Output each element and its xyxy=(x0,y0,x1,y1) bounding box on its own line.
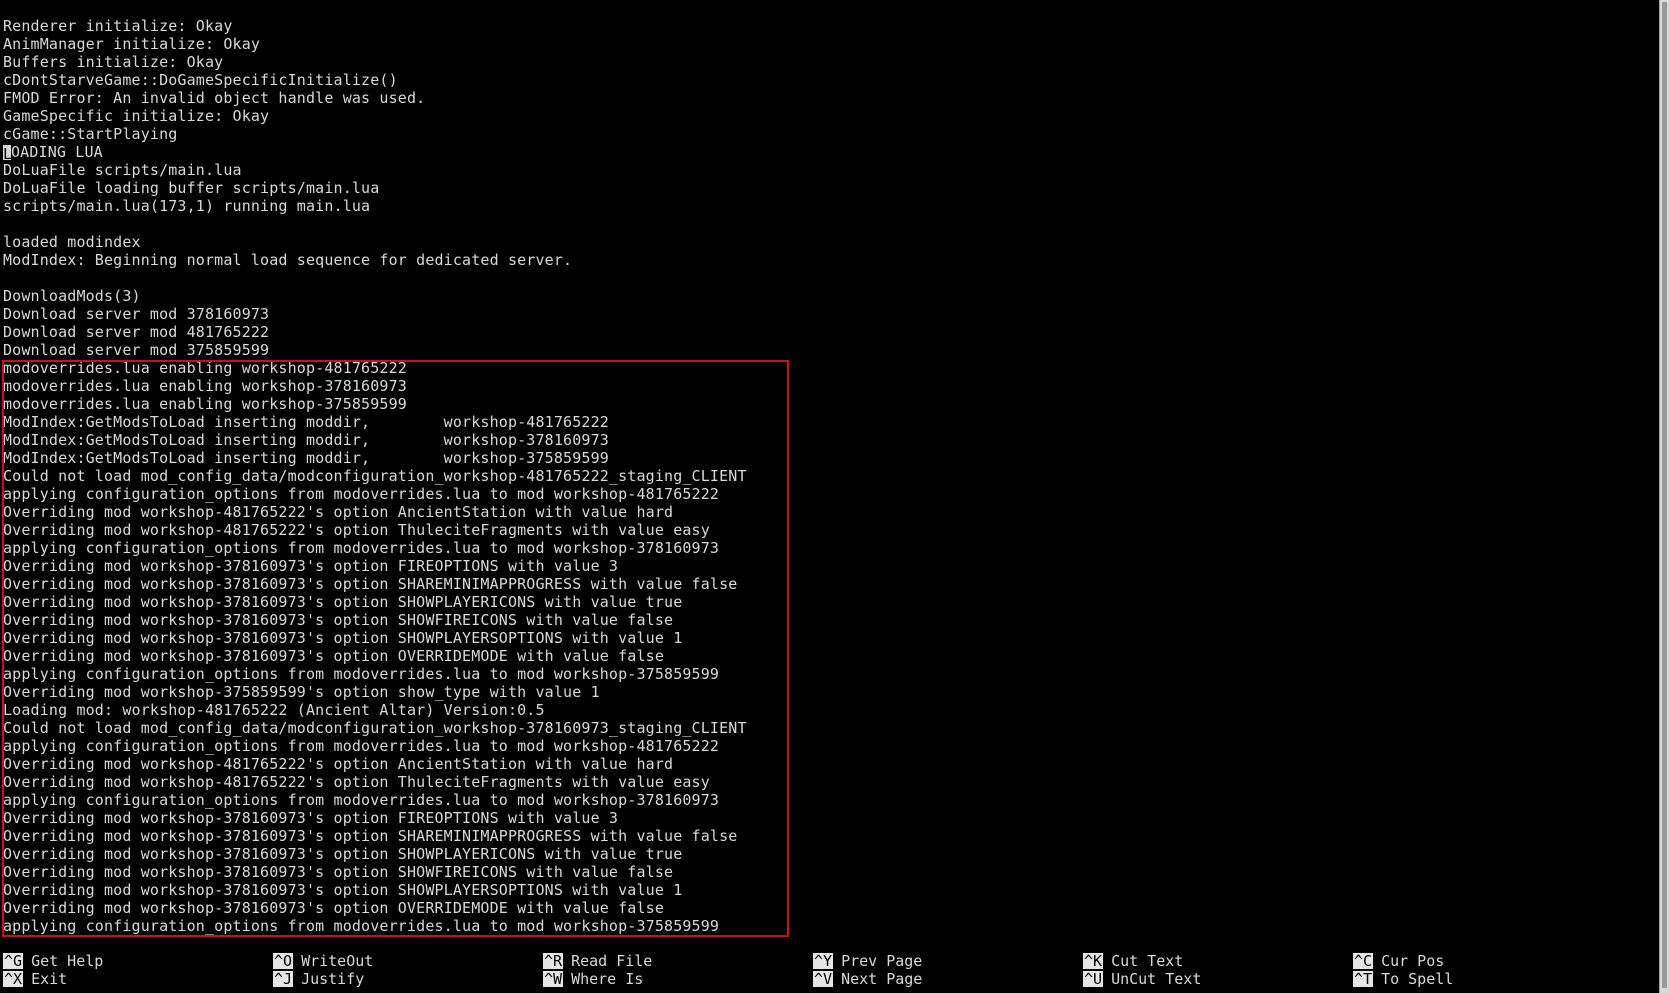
shortcut-key: ^Y xyxy=(813,952,834,970)
shortcut-cur-pos[interactable]: ^C Cur Pos xyxy=(1353,952,1444,970)
shortcut-key: ^R xyxy=(543,952,564,970)
shortcut-label: Justify xyxy=(301,970,365,988)
text-cursor: L xyxy=(3,145,13,163)
log-line: Overriding mod workshop-481765222's opti… xyxy=(3,521,710,539)
nano-shortcut-bar: ^G Get Help ^O WriteOut ^R Read File ^Y Prev… xyxy=(3,952,1653,990)
log-line: Overriding mod workshop-378160973's opti… xyxy=(3,629,683,647)
log-line: modoverrides.lua enabling workshop-48176… xyxy=(3,359,407,377)
shortcut-key: ^J xyxy=(273,970,294,988)
shortcut-key: ^W xyxy=(543,970,564,988)
log-line: Overriding mod workshop-378160973's opti… xyxy=(3,881,683,899)
shortcut-label: UnCut Text xyxy=(1111,970,1202,988)
shortcut-label: WriteOut xyxy=(301,952,374,970)
shortcut-key: ^U xyxy=(1083,970,1104,988)
log-line: Download server mod 378160973 xyxy=(3,305,270,323)
log-line: Overriding mod workshop-378160973's opti… xyxy=(3,845,683,863)
log-line: AnimManager initialize: Okay xyxy=(3,35,261,53)
log-line: Overriding mod workshop-481765222's opti… xyxy=(3,755,674,773)
shortcut-label: Read File xyxy=(571,952,653,970)
shortcut-next-page[interactable]: ^V Next Page xyxy=(813,970,922,988)
log-line: Download server mod 375859599 xyxy=(3,341,270,359)
log-line: Overriding mod workshop-378160973's opti… xyxy=(3,899,665,917)
shortcut-where-is[interactable]: ^W Where Is xyxy=(543,970,643,988)
shortcut-key: ^K xyxy=(1083,952,1104,970)
log-line: modoverrides.lua enabling workshop-37816… xyxy=(3,377,407,395)
log-line: Overriding mod workshop-481765222's opti… xyxy=(3,773,710,791)
shortcut-prev-page[interactable]: ^Y Prev Page xyxy=(813,952,922,970)
log-line: applying configuration_options from modo… xyxy=(3,539,720,557)
log-line: Could not load mod_config_data/modconfig… xyxy=(3,467,747,485)
log-line: applying configuration_options from modo… xyxy=(3,665,720,683)
log-line: Overriding mod workshop-378160973's opti… xyxy=(3,593,683,611)
shortcut-key: ^G xyxy=(3,952,24,970)
shortcut-writeout[interactable]: ^O WriteOut xyxy=(273,952,373,970)
log-line: loaded modindex xyxy=(3,233,141,251)
shortcut-key: ^T xyxy=(1353,970,1374,988)
log-line: Overriding mod workshop-375859599's opti… xyxy=(3,683,600,701)
shortcut-key: ^C xyxy=(1353,952,1374,970)
log-line: Renderer initialize: Okay xyxy=(3,17,233,35)
log-line: DoLuaFile scripts/main.lua xyxy=(3,161,242,179)
log-line: cGame::StartPlaying xyxy=(3,125,178,143)
vertical-scrollbar[interactable] xyxy=(1659,0,1669,993)
log-line: ModIndex:GetModsToLoad inserting moddir,… xyxy=(3,413,609,431)
log-line: DownloadMods(3) xyxy=(3,287,141,305)
log-line: applying configuration_options from modo… xyxy=(3,737,720,755)
log-line: FMOD Error: An invalid object handle was… xyxy=(3,89,426,107)
shortcut-label: Exit xyxy=(31,970,68,988)
log-line: ModIndex:GetModsToLoad inserting moddir,… xyxy=(3,431,609,449)
log-line-with-cursor: LOADING LUA xyxy=(3,143,747,163)
log-line: applying configuration_options from modo… xyxy=(3,917,720,935)
log-line: applying configuration_options from modo… xyxy=(3,791,720,809)
log-line: ModIndex:GetModsToLoad inserting moddir,… xyxy=(3,449,609,467)
scrollbar-thumb[interactable] xyxy=(1662,2,1667,988)
shortcut-label: Cur Pos xyxy=(1381,952,1445,970)
log-line-rest: OADING LUA xyxy=(11,143,103,161)
shortcut-justify[interactable]: ^J Justify xyxy=(273,970,364,988)
log-line: Overriding mod workshop-378160973's opti… xyxy=(3,575,738,593)
log-line: Overriding mod workshop-378160973's opti… xyxy=(3,557,619,575)
shortcut-uncut-text[interactable]: ^U UnCut Text xyxy=(1083,970,1201,988)
shortcut-get-help[interactable]: ^G Get Help xyxy=(3,952,103,970)
shortcut-key: ^X xyxy=(3,970,24,988)
log-line: Buffers initialize: Okay xyxy=(3,53,224,71)
log-line: Overriding mod workshop-378160973's opti… xyxy=(3,863,674,881)
shortcut-exit[interactable]: ^X Exit xyxy=(3,970,67,988)
shortcut-label: Where Is xyxy=(571,970,644,988)
shortcut-key: ^O xyxy=(273,952,294,970)
shortcut-label: Get Help xyxy=(31,952,104,970)
log-line: DoLuaFile loading buffer scripts/main.lu… xyxy=(3,179,380,197)
log-line: Could not load mod_config_data/modconfig… xyxy=(3,719,747,737)
log-line: scripts/main.lua(173,1) running main.lua xyxy=(3,197,371,215)
shortcut-label: To Spell xyxy=(1381,970,1454,988)
shortcut-read-file[interactable]: ^R Read File xyxy=(543,952,652,970)
log-line: Overriding mod workshop-378160973's opti… xyxy=(3,611,674,629)
shortcut-key: ^V xyxy=(813,970,834,988)
log-line: Overriding mod workshop-481765222's opti… xyxy=(3,503,674,521)
shortcut-cut-text[interactable]: ^K Cut Text xyxy=(1083,952,1183,970)
log-line: modoverrides.lua enabling workshop-37585… xyxy=(3,395,407,413)
log-line: ModIndex: Beginning normal load sequence… xyxy=(3,251,573,269)
log-line: GameSpecific initialize: Okay xyxy=(3,107,270,125)
log-line: Overriding mod workshop-378160973's opti… xyxy=(3,827,738,845)
log-line: applying configuration_options from modo… xyxy=(3,485,720,503)
shortcut-label: Prev Page xyxy=(841,952,923,970)
terminal-window[interactable]: Renderer initialize: Okay AnimManager in… xyxy=(0,0,1660,993)
log-line: Download server mod 481765222 xyxy=(3,323,270,341)
log-line: cDontStarveGame::DoGameSpecificInitializ… xyxy=(3,71,398,89)
shortcut-label: Next Page xyxy=(841,970,923,988)
log-line: Overriding mod workshop-378160973's opti… xyxy=(3,647,665,665)
terminal-log: Renderer initialize: Okay AnimManager in… xyxy=(3,17,747,935)
shortcut-to-spell[interactable]: ^T To Spell xyxy=(1353,970,1453,988)
log-line: Overriding mod workshop-378160973's opti… xyxy=(3,809,619,827)
log-line: Loading mod: workshop-481765222 (Ancient… xyxy=(3,701,545,719)
shortcut-label: Cut Text xyxy=(1111,952,1184,970)
